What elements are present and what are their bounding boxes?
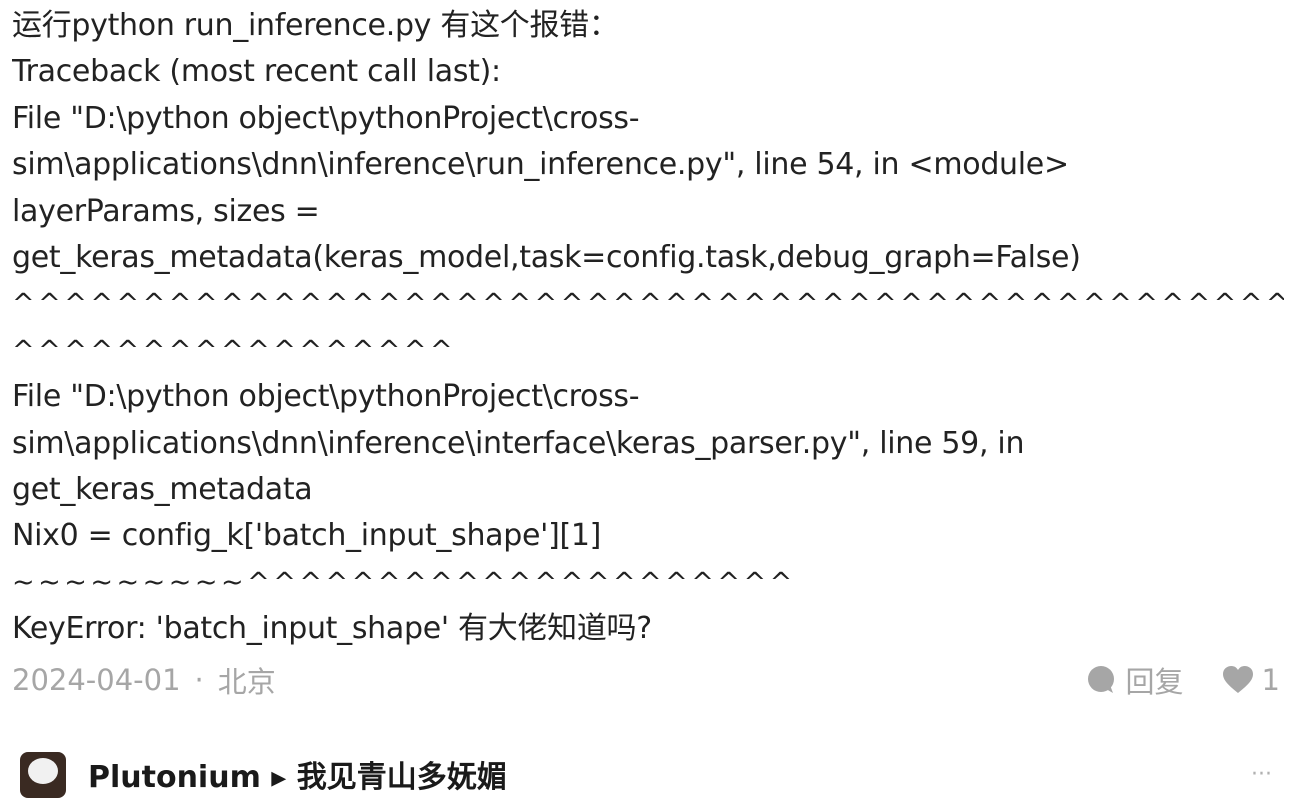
comment-line: File "D:\python object\pythonProject\cro… bbox=[12, 100, 640, 136]
like-button[interactable]: 1 bbox=[1222, 663, 1280, 697]
comment-line: Nix0 = config_k['batch_input_shape'][1] bbox=[12, 518, 602, 554]
comment-actions: 回复 1 bbox=[1086, 659, 1280, 701]
comment-meta: 2024-04-01 · 北京 回复 1 bbox=[12, 657, 1280, 703]
comment-line: ^^^^^^^^^^^^^^^^^^^^^^^^^^^^^^^^^^^^^^^^… bbox=[12, 288, 1284, 320]
comment-line: File "D:\python object\pythonProject\cro… bbox=[12, 379, 640, 415]
comment-line: sim\applications\dnn\inference\interface… bbox=[12, 425, 1025, 461]
reply-button[interactable]: 回复 bbox=[1086, 659, 1184, 701]
heart-icon bbox=[1222, 665, 1253, 695]
comment-line: ~~~~~~~~~^^^^^^^^^^^^^^^^^^^^^ bbox=[12, 566, 796, 598]
comment-line: get_keras_metadata bbox=[12, 472, 313, 508]
reply-label: 回复 bbox=[1125, 665, 1184, 699]
comment-date: 2024-04-01 bbox=[12, 663, 181, 697]
comment-location: 北京 bbox=[217, 665, 276, 699]
like-count: 1 bbox=[1261, 663, 1280, 697]
comment: 运行python run_inference.py 有这个报错： Traceba… bbox=[12, 0, 1284, 653]
comment-line: 运行python run_inference.py 有这个报错： bbox=[12, 8, 619, 43]
speech-bubble-icon bbox=[1086, 665, 1116, 695]
avatar[interactable] bbox=[20, 752, 66, 798]
comment-line: get_keras_metadata(keras_model,task=conf… bbox=[12, 240, 1081, 276]
next-comment: Plutonium ▸ 我见青山多妩媚 ··· bbox=[20, 748, 1280, 798]
comment-line: KeyError: 'batch_input_shape' 有大佬知道吗? bbox=[12, 611, 652, 647]
comment-line: layerParams, sizes = bbox=[12, 193, 320, 229]
comment-line: Traceback (most recent call last): bbox=[12, 54, 501, 90]
more-options-icon[interactable]: ··· bbox=[1251, 762, 1272, 787]
comment-line: sim\applications\dnn\inference\run_infer… bbox=[12, 147, 1069, 183]
next-comment-author[interactable]: Plutonium ▸ 我见青山多妩媚 bbox=[88, 752, 507, 796]
meta-separator: · bbox=[194, 663, 204, 697]
comment-line: ^^^^^^^^^^^^^^^^^ bbox=[12, 334, 457, 366]
comment-body: 运行python run_inference.py 有这个报错： Traceba… bbox=[12, 0, 1284, 653]
